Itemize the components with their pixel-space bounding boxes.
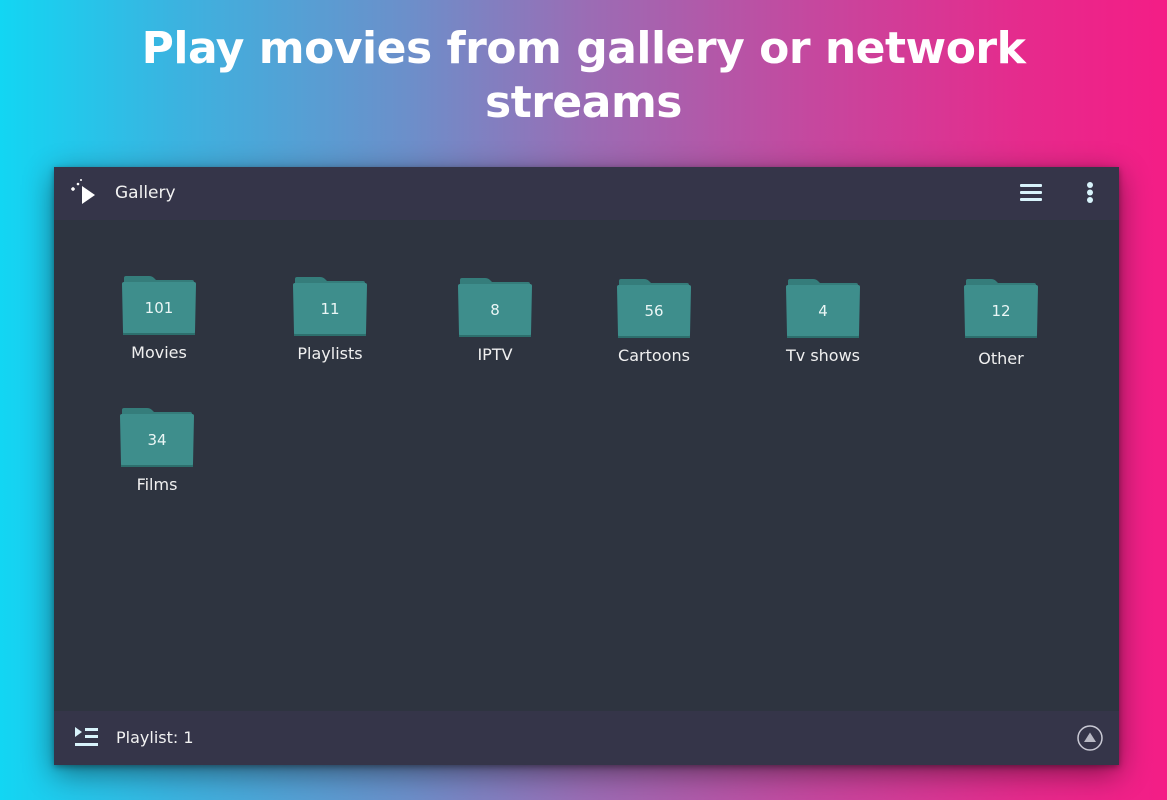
folder-cartoons[interactable]: 56 Cartoons (599, 278, 709, 378)
app-toolbar: Gallery (54, 167, 1119, 220)
app-window: Gallery 101 Movies 11 Playlists 8 IPTV 5… (54, 167, 1119, 765)
more-options-button[interactable] (1080, 180, 1100, 206)
app-title: Gallery (115, 183, 176, 203)
folder-count: 8 (490, 301, 500, 319)
folder-label: Movies (131, 343, 187, 362)
hamburger-list-icon (1017, 184, 1045, 210)
folder-label: Tv shows (785, 346, 860, 365)
folder-other[interactable]: 12 Other (946, 278, 1056, 378)
folder-count: 4 (818, 302, 828, 320)
folder-movies[interactable]: 101 Movies (104, 275, 214, 375)
folder-count: 34 (147, 431, 167, 449)
promo-headline-line-1: Play movies from gallery or network (141, 23, 1026, 74)
promo-headline: Play movies from gallery or network stre… (0, 22, 1167, 130)
playlist-bar[interactable]: Playlist: 1 (54, 711, 1119, 765)
folder-tv-shows[interactable]: 4 Tv shows (768, 278, 878, 378)
folder-label: Other (978, 349, 1024, 368)
list-view-button[interactable] (1017, 180, 1045, 206)
folder-count: 12 (991, 302, 1011, 320)
folder-count: 101 (144, 299, 174, 317)
folder-label: Playlists (297, 344, 363, 363)
folder-count: 56 (644, 302, 664, 320)
chevron-up-circle-icon (1076, 725, 1104, 756)
vertical-dots-icon (1080, 182, 1100, 210)
promo-headline-line-2: streams (485, 77, 683, 128)
folder-grid: 101 Movies 11 Playlists 8 IPTV 56 Cartoo… (54, 220, 1119, 711)
folder-label: Cartoons (618, 346, 690, 365)
folder-playlists[interactable]: 11 Playlists (275, 276, 385, 376)
play-sparkle-icon (68, 175, 100, 207)
folder-label: Films (136, 475, 178, 494)
folder-count: 11 (320, 300, 340, 318)
folder-films[interactable]: 34 Films (102, 407, 212, 507)
expand-playlist-button[interactable] (1076, 724, 1104, 752)
folder-label: IPTV (477, 345, 513, 364)
folder-iptv[interactable]: 8 IPTV (440, 277, 550, 377)
playlist-queue-icon (74, 726, 100, 750)
playlist-label: Playlist: 1 (116, 728, 194, 747)
